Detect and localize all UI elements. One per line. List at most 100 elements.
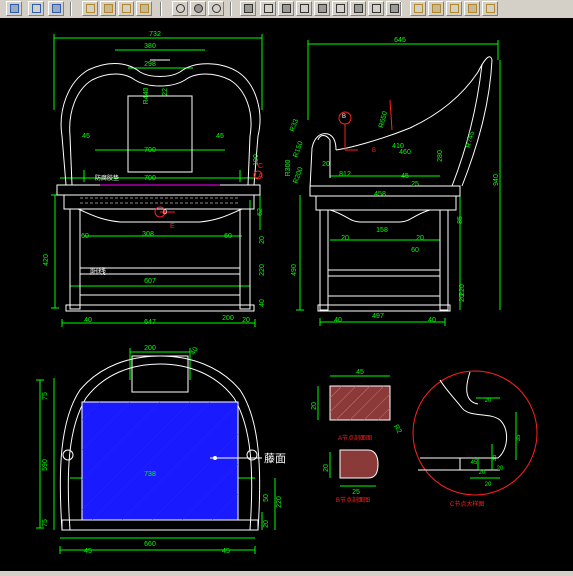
side-view-dimension: 940	[493, 174, 500, 186]
edit-box-button[interactable]	[446, 1, 462, 16]
side-view-dimension: 25	[411, 181, 419, 188]
front-view-dimension: 700	[144, 175, 156, 182]
side-view-dimension: 645	[394, 37, 406, 44]
plan-view-dimension: 220	[276, 496, 283, 508]
detail-c-dimension: 20	[485, 482, 492, 488]
side-view-dimension: 20	[459, 294, 466, 302]
box-button[interactable]	[100, 1, 116, 16]
front-view-dimension: 298	[144, 61, 156, 68]
side-view-dimension: 490	[291, 264, 298, 276]
front-view-dimension: 22	[162, 88, 169, 96]
front-view-dimension: 45	[216, 133, 224, 140]
cube-icon	[52, 4, 61, 13]
front-view-dimension: 220	[259, 264, 266, 276]
solid-box-button[interactable]	[240, 1, 256, 16]
toolbar-separator	[230, 2, 232, 16]
solid-box-button[interactable]	[314, 1, 330, 16]
plan-view-dimension: 75	[42, 519, 49, 527]
solid-box-button[interactable]	[332, 1, 348, 16]
front-view-dimension: 62	[257, 208, 264, 216]
front-view-marker-c: C	[258, 163, 263, 170]
plan-view-dimension: 50	[263, 494, 270, 502]
cad-drawing-canvas: 732380298R440 2245 457007001006260 308 60420…	[0, 18, 573, 571]
orbit-icon	[212, 4, 221, 13]
pan-button[interactable]	[6, 1, 22, 16]
solid-box-icon	[390, 4, 399, 13]
box-button[interactable]	[82, 1, 98, 16]
front-view-dimension: 45	[82, 133, 90, 140]
detail-a-dimension: 45	[356, 369, 364, 376]
side-view-dimension: 40	[334, 317, 342, 324]
detail-a-dimension: 20	[311, 402, 318, 410]
solid-box-button[interactable]	[350, 1, 366, 16]
side-view-dimension: 812	[339, 171, 351, 178]
edit-box-button[interactable]	[464, 1, 480, 16]
orbit-button[interactable]	[172, 1, 188, 16]
navigate-button[interactable]	[28, 1, 44, 16]
edit-box-button[interactable]	[482, 1, 498, 16]
side-view-dimension: 40	[428, 317, 436, 324]
edit-box-icon	[486, 4, 495, 13]
detail-c-dimension: 35	[492, 454, 498, 461]
side-view-dimension: 20	[341, 235, 349, 242]
solid-box-button[interactable]	[278, 1, 294, 16]
detail-c-dimension: 20	[479, 470, 486, 476]
plan-view-seat-panel	[81, 401, 239, 521]
plan-view-dimension: 590	[42, 459, 49, 471]
orbit-button[interactable]	[190, 1, 206, 16]
front-view-note-pad: 防腐胶垫	[95, 174, 119, 182]
status-bar	[0, 571, 573, 576]
box-button[interactable]	[136, 1, 152, 16]
plan-view-dimension: 75	[42, 392, 49, 400]
front-view-dimension: 20	[259, 236, 266, 244]
side-view-dimension: 220	[459, 284, 466, 296]
toolbar-separator	[70, 2, 72, 16]
solid-box-button[interactable]	[368, 1, 384, 16]
plan-view-dimension: 45	[222, 548, 230, 555]
front-view-dimension: 60	[81, 233, 89, 240]
box-icon	[104, 4, 113, 13]
orbit-icon	[176, 4, 185, 13]
detail-b-dimension: 25	[352, 489, 360, 496]
front-view-dimension: 700	[144, 147, 156, 154]
solid-box-icon	[354, 4, 363, 13]
front-view-dimension: 200	[222, 315, 234, 322]
edit-box-icon	[414, 4, 423, 13]
front-view-dimension: 308	[142, 231, 154, 238]
front-view-dimension: 732	[149, 31, 161, 38]
orbit-icon	[194, 4, 203, 13]
pan-icon	[10, 4, 19, 13]
edit-box-icon	[468, 4, 477, 13]
front-view-dimension: R440	[143, 88, 150, 105]
solid-box-icon	[318, 4, 327, 13]
side-view-dimension: R300	[285, 160, 292, 177]
cube-button[interactable]	[48, 1, 64, 16]
solid-box-icon	[244, 4, 253, 13]
edit-box-button[interactable]	[410, 1, 426, 16]
edit-box-icon	[450, 4, 459, 13]
solid-box-button[interactable]	[296, 1, 312, 16]
solid-box-button[interactable]	[260, 1, 276, 16]
front-view-dimension: 380	[144, 43, 156, 50]
edit-box-button[interactable]	[428, 1, 444, 16]
detail-c-dimension: 20	[485, 398, 492, 404]
plan-view-dimension: 738	[144, 471, 156, 478]
box-icon	[140, 4, 149, 13]
solid-box-icon	[372, 4, 381, 13]
front-view-note-bead: 阳线	[90, 266, 106, 276]
side-view-dimension: 20	[322, 161, 330, 168]
detail-a-caption: A节点剖面图	[338, 434, 372, 442]
front-view-marker-e: E	[170, 223, 175, 230]
side-view-dimension: 458	[374, 191, 386, 198]
front-view-marker-d: D	[163, 210, 168, 216]
front-view-dimension: 60	[224, 233, 232, 240]
side-view-dimension: 497	[372, 313, 384, 320]
box-button[interactable]	[118, 1, 134, 16]
detail-c-dimension: 20	[497, 466, 504, 472]
detail-c-dimension: 45	[471, 460, 478, 466]
cad-toolbar	[0, 0, 573, 19]
front-view-dimension: 420	[43, 254, 50, 266]
side-view-dimension: 60	[411, 247, 419, 254]
side-view-dimension: 20	[416, 235, 424, 242]
orbit-button[interactable]	[208, 1, 224, 16]
